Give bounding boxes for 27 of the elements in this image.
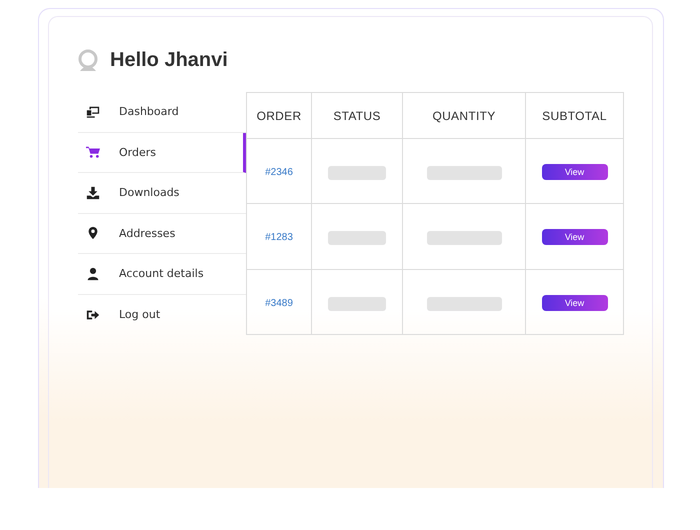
- order-link[interactable]: #2346: [265, 167, 293, 178]
- user-icon: [86, 266, 100, 281]
- column-header: STATUS: [312, 92, 402, 138]
- menu-item[interactable]: Dashboard: [78, 92, 246, 132]
- logout-icon: [86, 308, 100, 322]
- greeting-title: Hello Jhanvi: [110, 48, 228, 72]
- cart-icon: [86, 145, 100, 160]
- menu-item[interactable]: Orders: [78, 132, 246, 173]
- download-icon: [86, 186, 100, 200]
- column-header: QUANTITY: [402, 92, 526, 138]
- location-pin-icon: [86, 226, 100, 240]
- view-button[interactable]: View: [542, 229, 608, 246]
- placeholder-bar: [328, 231, 386, 246]
- order-link[interactable]: #1283: [265, 232, 293, 244]
- placeholder-bar: [328, 166, 386, 180]
- order-link[interactable]: #3489: [265, 298, 293, 309]
- menu-item[interactable]: Account details: [78, 254, 246, 294]
- menu-item[interactable]: Downloads: [78, 173, 246, 214]
- view-button[interactable]: View: [542, 294, 608, 311]
- avatar-icon: [78, 49, 98, 71]
- menu-item[interactable]: Log out: [78, 294, 246, 335]
- column-header: ORDER: [246, 92, 312, 138]
- view-button[interactable]: View: [542, 164, 608, 180]
- menu-item[interactable]: Addresses: [78, 214, 246, 254]
- placeholder-bar: [328, 296, 386, 311]
- column-header: SUBTOTAL: [526, 92, 624, 138]
- monitor-icon: [86, 104, 100, 119]
